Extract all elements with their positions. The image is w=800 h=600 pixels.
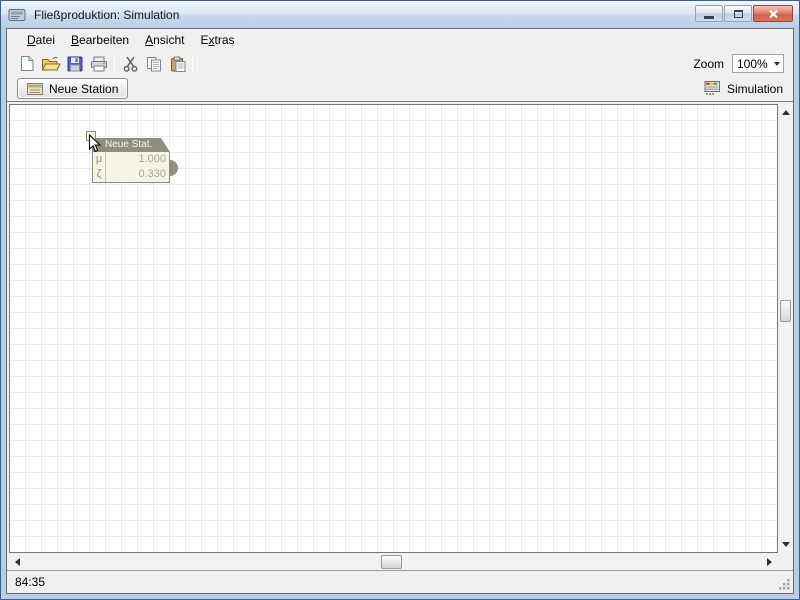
window-controls <box>695 5 793 22</box>
paste-button[interactable] <box>166 53 190 75</box>
main-toolbar: Zoom 100% <box>7 51 793 76</box>
station-tag-icon <box>27 83 43 95</box>
open-folder-icon <box>41 56 61 72</box>
new-station-button[interactable]: Neue Station <box>17 78 128 99</box>
scroll-down-arrow-icon[interactable] <box>782 542 790 547</box>
station-tag[interactable]: Neue Stat. μ 1.000 ζ 0.330 <box>92 138 170 183</box>
status-bar: 84:35 <box>7 570 793 593</box>
print-icon <box>90 56 108 72</box>
resize-grip-icon[interactable] <box>778 578 791 591</box>
station-toolbar: Neue Station Simulation <box>7 76 793 102</box>
toolbar-separator <box>114 55 115 73</box>
simulation-canvas[interactable]: Neue Stat. μ 1.000 ζ 0.330 <box>9 104 778 553</box>
menu-bar: Datei Bearbeiten Ansicht Extras <box>7 29 793 51</box>
station-param-row: μ 1.000 <box>93 152 169 167</box>
scroll-up-arrow-icon[interactable] <box>782 110 790 115</box>
menu-ansicht[interactable]: Ansicht <box>137 30 192 50</box>
mouse-cursor-icon <box>88 134 102 154</box>
maximize-icon <box>734 10 743 18</box>
menu-datei[interactable]: Datei <box>19 30 63 50</box>
horizontal-scrollbar[interactable] <box>9 554 778 570</box>
cut-scissors-icon <box>123 56 138 72</box>
vertical-scroll-thumb[interactable] <box>780 300 791 322</box>
simulation-label: Simulation <box>727 82 783 96</box>
new-station-label: Neue Station <box>49 82 118 96</box>
zoom-dropdown-button[interactable] <box>770 55 783 72</box>
menu-extras[interactable]: Extras <box>192 30 242 50</box>
new-document-icon <box>19 55 35 72</box>
maximize-button[interactable] <box>724 5 752 22</box>
scroll-right-arrow-icon[interactable] <box>767 558 772 566</box>
station-node[interactable]: Neue Stat. μ 1.000 ζ 0.330 <box>86 131 186 197</box>
close-button[interactable] <box>753 5 793 22</box>
copy-icon <box>146 56 162 72</box>
param-symbol-mu: μ <box>93 152 106 167</box>
close-icon <box>768 9 779 19</box>
window-title: Fließproduktion: Simulation <box>34 8 695 22</box>
new-button[interactable] <box>15 53 39 75</box>
save-button[interactable] <box>63 53 87 75</box>
vertical-scrollbar[interactable] <box>779 104 792 553</box>
horizontal-scroll-thumb[interactable] <box>381 555 402 569</box>
paste-clipboard-icon <box>170 56 186 72</box>
toolbar-separator <box>192 55 193 73</box>
zoom-combobox[interactable]: 100% <box>732 54 784 73</box>
cut-button[interactable] <box>118 53 142 75</box>
station-param-row: ζ 0.330 <box>93 167 169 182</box>
minimize-icon <box>704 16 714 19</box>
menu-bearbeiten[interactable]: Bearbeiten <box>63 30 137 50</box>
toolbar-separator <box>197 55 198 73</box>
zoom-value: 100% <box>733 57 770 71</box>
scroll-left-arrow-icon[interactable] <box>15 558 20 566</box>
app-window: Fließproduktion: Simulation Datei Bearbe… <box>0 0 800 600</box>
simulation-button[interactable]: Simulation <box>704 81 783 96</box>
canvas-area: Neue Stat. μ 1.000 ζ 0.330 <box>7 102 793 570</box>
station-title: Neue Stat. <box>92 138 170 152</box>
status-text: 84:35 <box>15 575 45 589</box>
app-icon <box>8 7 28 23</box>
zoom-label: Zoom <box>693 57 724 71</box>
client-area: Datei Bearbeiten Ansicht Extras <box>6 28 794 594</box>
title-bar[interactable]: Fließproduktion: Simulation <box>1 1 799 28</box>
copy-button[interactable] <box>142 53 166 75</box>
simulation-icon <box>704 81 721 96</box>
print-button[interactable] <box>87 53 111 75</box>
chevron-down-icon <box>774 62 780 69</box>
save-icon <box>67 56 83 72</box>
open-button[interactable] <box>39 53 63 75</box>
minimize-button[interactable] <box>695 5 723 22</box>
param-symbol-zeta: ζ <box>93 167 106 182</box>
param-value-mu: 1.000 <box>106 152 169 167</box>
scrollbar-corner <box>778 553 792 570</box>
param-value-zeta: 0.330 <box>106 167 169 182</box>
station-body: μ 1.000 ζ 0.330 <box>92 152 170 183</box>
